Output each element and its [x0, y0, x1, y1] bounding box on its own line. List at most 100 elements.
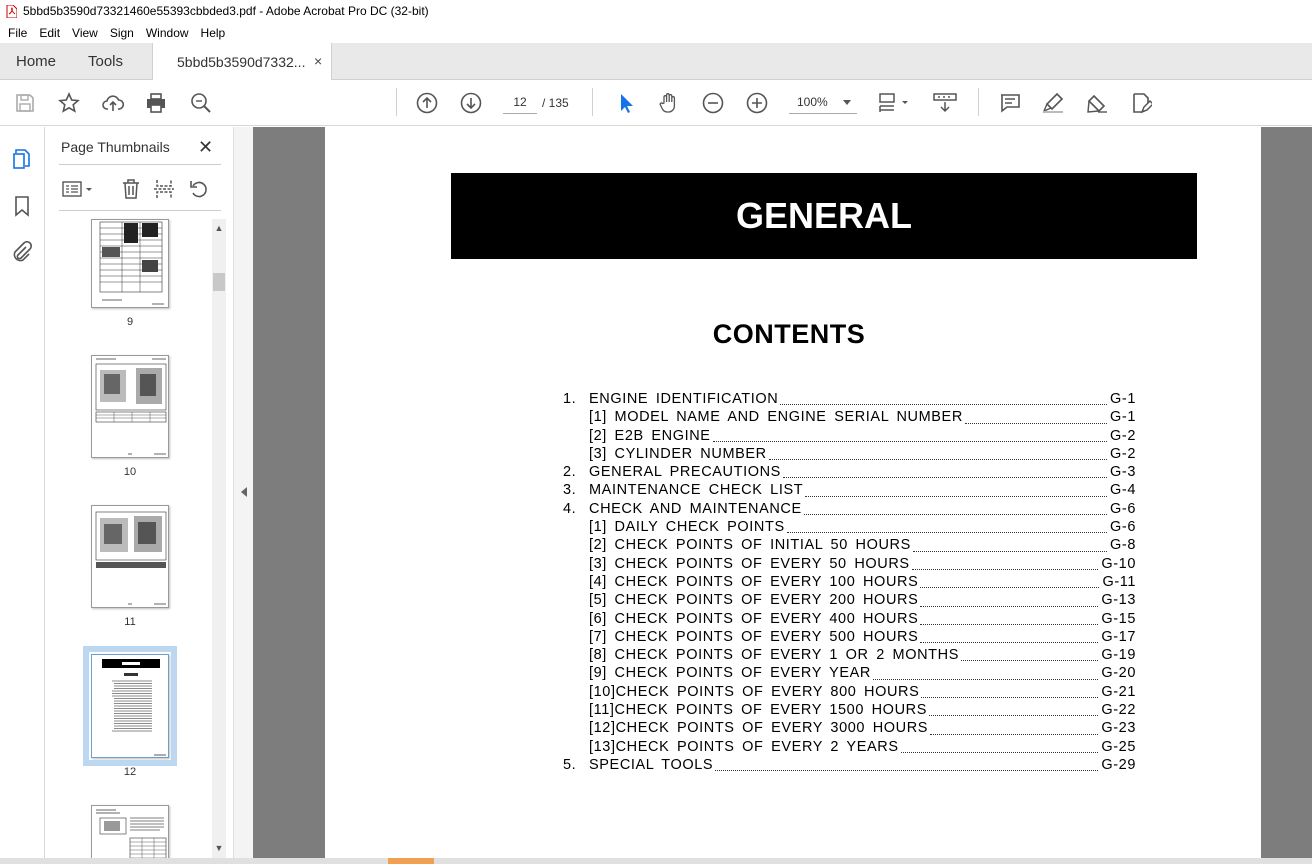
toc-page-ref: G-3	[1110, 464, 1136, 481]
toc-entry[interactable]: [6] CHECK POINTS OF EVERY 400 HOURS G-15	[563, 611, 1136, 629]
toc-entry[interactable]: [9] CHECK POINTS OF EVERY YEAR G-20	[563, 665, 1136, 683]
comment-icon[interactable]	[998, 91, 1022, 115]
toc-leader-dots	[873, 665, 1099, 680]
tab-home[interactable]: Home	[16, 53, 56, 70]
toc-leader-dots	[920, 574, 1100, 589]
toc-number	[563, 739, 589, 757]
toc-leader-dots	[782, 464, 1108, 479]
menu-sign[interactable]: Sign	[104, 26, 140, 40]
toc-label: MAINTENANCE CHECK LIST	[589, 482, 804, 499]
toc-number	[563, 665, 589, 683]
toc-entry[interactable]: 4. CHECK AND MAINTENANCE G-6	[563, 501, 1136, 519]
zoom-out-icon[interactable]	[701, 91, 725, 115]
toc-leader-dots	[780, 391, 1108, 406]
toc-entry[interactable]: [2] CHECK POINTS OF INITIAL 50 HOURS G-8	[563, 537, 1136, 555]
page-thumbnails-icon[interactable]	[11, 148, 35, 172]
hand-tool-icon[interactable]	[657, 91, 681, 115]
toc-entry[interactable]: 5. SPECIAL TOOLS G-29	[563, 757, 1136, 775]
rotate-undo-icon[interactable]	[188, 178, 210, 200]
toc-number: 2.	[563, 464, 577, 481]
thumbnail-options-icon[interactable]	[61, 178, 95, 200]
thumbnail-page-10[interactable]	[91, 355, 169, 458]
toc-leader-dots	[768, 446, 1108, 461]
toc-entry[interactable]: [1] MODEL NAME AND ENGINE SERIAL NUMBER G…	[563, 409, 1136, 427]
collapse-panel-icon[interactable]	[241, 487, 247, 497]
panel-splitter[interactable]	[233, 127, 253, 864]
thumbnail-page-9[interactable]	[91, 219, 169, 308]
toc-entry[interactable]: 2. GENERAL PRECAUTIONS G-3	[563, 464, 1136, 482]
thumbnail-page-13[interactable]	[91, 805, 169, 864]
select-pointer-icon[interactable]	[614, 91, 638, 115]
bookmark-star-icon[interactable]	[57, 91, 81, 115]
menu-file[interactable]: File	[2, 26, 33, 40]
close-icon[interactable]: ✕	[198, 137, 213, 158]
toc-entry[interactable]: [1] DAILY CHECK POINTS G-6	[563, 519, 1136, 537]
toc-entry[interactable]: [5] CHECK POINTS OF EVERY 200 HOURS G-13	[563, 592, 1136, 610]
tab-tools[interactable]: Tools	[88, 53, 123, 70]
document-viewer[interactable]: GENERAL CONTENTS 1. ENGINE IDENTIFICATION…	[253, 127, 1312, 864]
thumbnail-page-12[interactable]	[83, 646, 177, 766]
thumbnail-label: 10	[123, 466, 137, 478]
toc-number	[563, 574, 589, 592]
attachments-paperclip-icon[interactable]	[11, 240, 35, 265]
toolbar	[0, 80, 1312, 126]
search-zoom-icon[interactable]	[189, 91, 213, 115]
toc-entry[interactable]: [12]CHECK POINTS OF EVERY 3000 HOURS G-23	[563, 720, 1136, 738]
scroll-mode-icon[interactable]	[932, 91, 958, 115]
thumbnail-page-11[interactable]	[91, 505, 169, 608]
toc-page-ref: G-19	[1101, 647, 1136, 664]
menu-help[interactable]: Help	[195, 26, 232, 40]
toc-label: [2] CHECK POINTS OF INITIAL 50 HOURS	[589, 537, 911, 554]
toolbar-separator	[396, 88, 397, 116]
toc-entry[interactable]: [2] E2B ENGINE G-2	[563, 428, 1136, 446]
zoom-in-icon[interactable]	[745, 91, 769, 115]
scroll-down-icon[interactable]: ▼	[214, 843, 224, 853]
toc-page-ref: G-22	[1101, 702, 1136, 719]
zoom-dropdown[interactable]: 100%	[789, 90, 857, 114]
toc-page-ref: G-2	[1110, 445, 1136, 462]
scroll-up-icon[interactable]: ▲	[214, 223, 224, 233]
page-fit-icon[interactable]	[877, 91, 911, 115]
toc-entry[interactable]: [13]CHECK POINTS OF EVERY 2 YEARS G-25	[563, 739, 1136, 757]
toc-entry[interactable]: [7] CHECK POINTS OF EVERY 500 HOURS G-17	[563, 629, 1136, 647]
toc-label: [5] CHECK POINTS OF EVERY 200 HOURS	[589, 592, 919, 609]
toc-page-ref: G-29	[1101, 756, 1136, 773]
thumbnail-scrollbar[interactable]: ▲ ▼	[212, 219, 226, 859]
page-number-input[interactable]	[503, 90, 537, 114]
print-icon[interactable]	[144, 91, 168, 115]
next-page-icon[interactable]	[459, 91, 483, 115]
toc-entry[interactable]: 1. ENGINE IDENTIFICATION G-1	[563, 391, 1136, 409]
previous-page-icon[interactable]	[415, 91, 439, 115]
extract-pages-icon[interactable]	[153, 178, 175, 200]
toc-page-ref: G-17	[1101, 628, 1136, 645]
toc-entry[interactable]: 3. MAINTENANCE CHECK LIST G-4	[563, 482, 1136, 500]
toc-entry[interactable]: [4] CHECK POINTS OF EVERY 100 HOURS G-11	[563, 574, 1136, 592]
upload-cloud-icon[interactable]	[101, 91, 125, 115]
delete-trash-icon[interactable]	[120, 178, 142, 200]
page-total: / 135	[542, 96, 569, 110]
save-icon[interactable]	[13, 91, 37, 115]
tab-document[interactable]: 5bbd5b3590d7332... ×	[152, 43, 332, 81]
sign-pen-icon[interactable]	[1085, 91, 1109, 115]
highlight-pen-icon[interactable]	[1041, 91, 1065, 115]
toc-number	[563, 409, 589, 427]
toc-label: [12]CHECK POINTS OF EVERY 3000 HOURS	[589, 720, 929, 737]
menu-edit[interactable]: Edit	[33, 26, 66, 40]
table-of-contents: 1. ENGINE IDENTIFICATION G-1 [1] MODEL NAME…	[563, 391, 1136, 775]
bookmarks-icon[interactable]	[11, 195, 35, 219]
toc-entry[interactable]: [3] CYLINDER NUMBER G-2	[563, 446, 1136, 464]
toc-entry[interactable]: [11]CHECK POINTS OF EVERY 1500 HOURS G-22	[563, 702, 1136, 720]
toc-leader-dots	[921, 684, 1099, 699]
toc-entry[interactable]: [10]CHECK POINTS OF EVERY 800 HOURS G-21	[563, 684, 1136, 702]
toolbar-separator	[978, 88, 979, 116]
edit-pdf-icon[interactable]	[1129, 91, 1153, 115]
toc-label: GENERAL PRECAUTIONS	[589, 464, 781, 481]
menu-view[interactable]: View	[66, 26, 104, 40]
toc-entry[interactable]: [3] CHECK POINTS OF EVERY 50 HOURS G-10	[563, 556, 1136, 574]
tab-close-icon[interactable]: ×	[314, 53, 322, 69]
toc-entry[interactable]: [8] CHECK POINTS OF EVERY 1 OR 2 MONTHS G…	[563, 647, 1136, 665]
toc-leader-dots	[900, 739, 1099, 753]
scrollbar-thumb[interactable]	[213, 273, 225, 291]
toc-leader-dots	[805, 482, 1108, 497]
menu-window[interactable]: Window	[140, 26, 195, 40]
